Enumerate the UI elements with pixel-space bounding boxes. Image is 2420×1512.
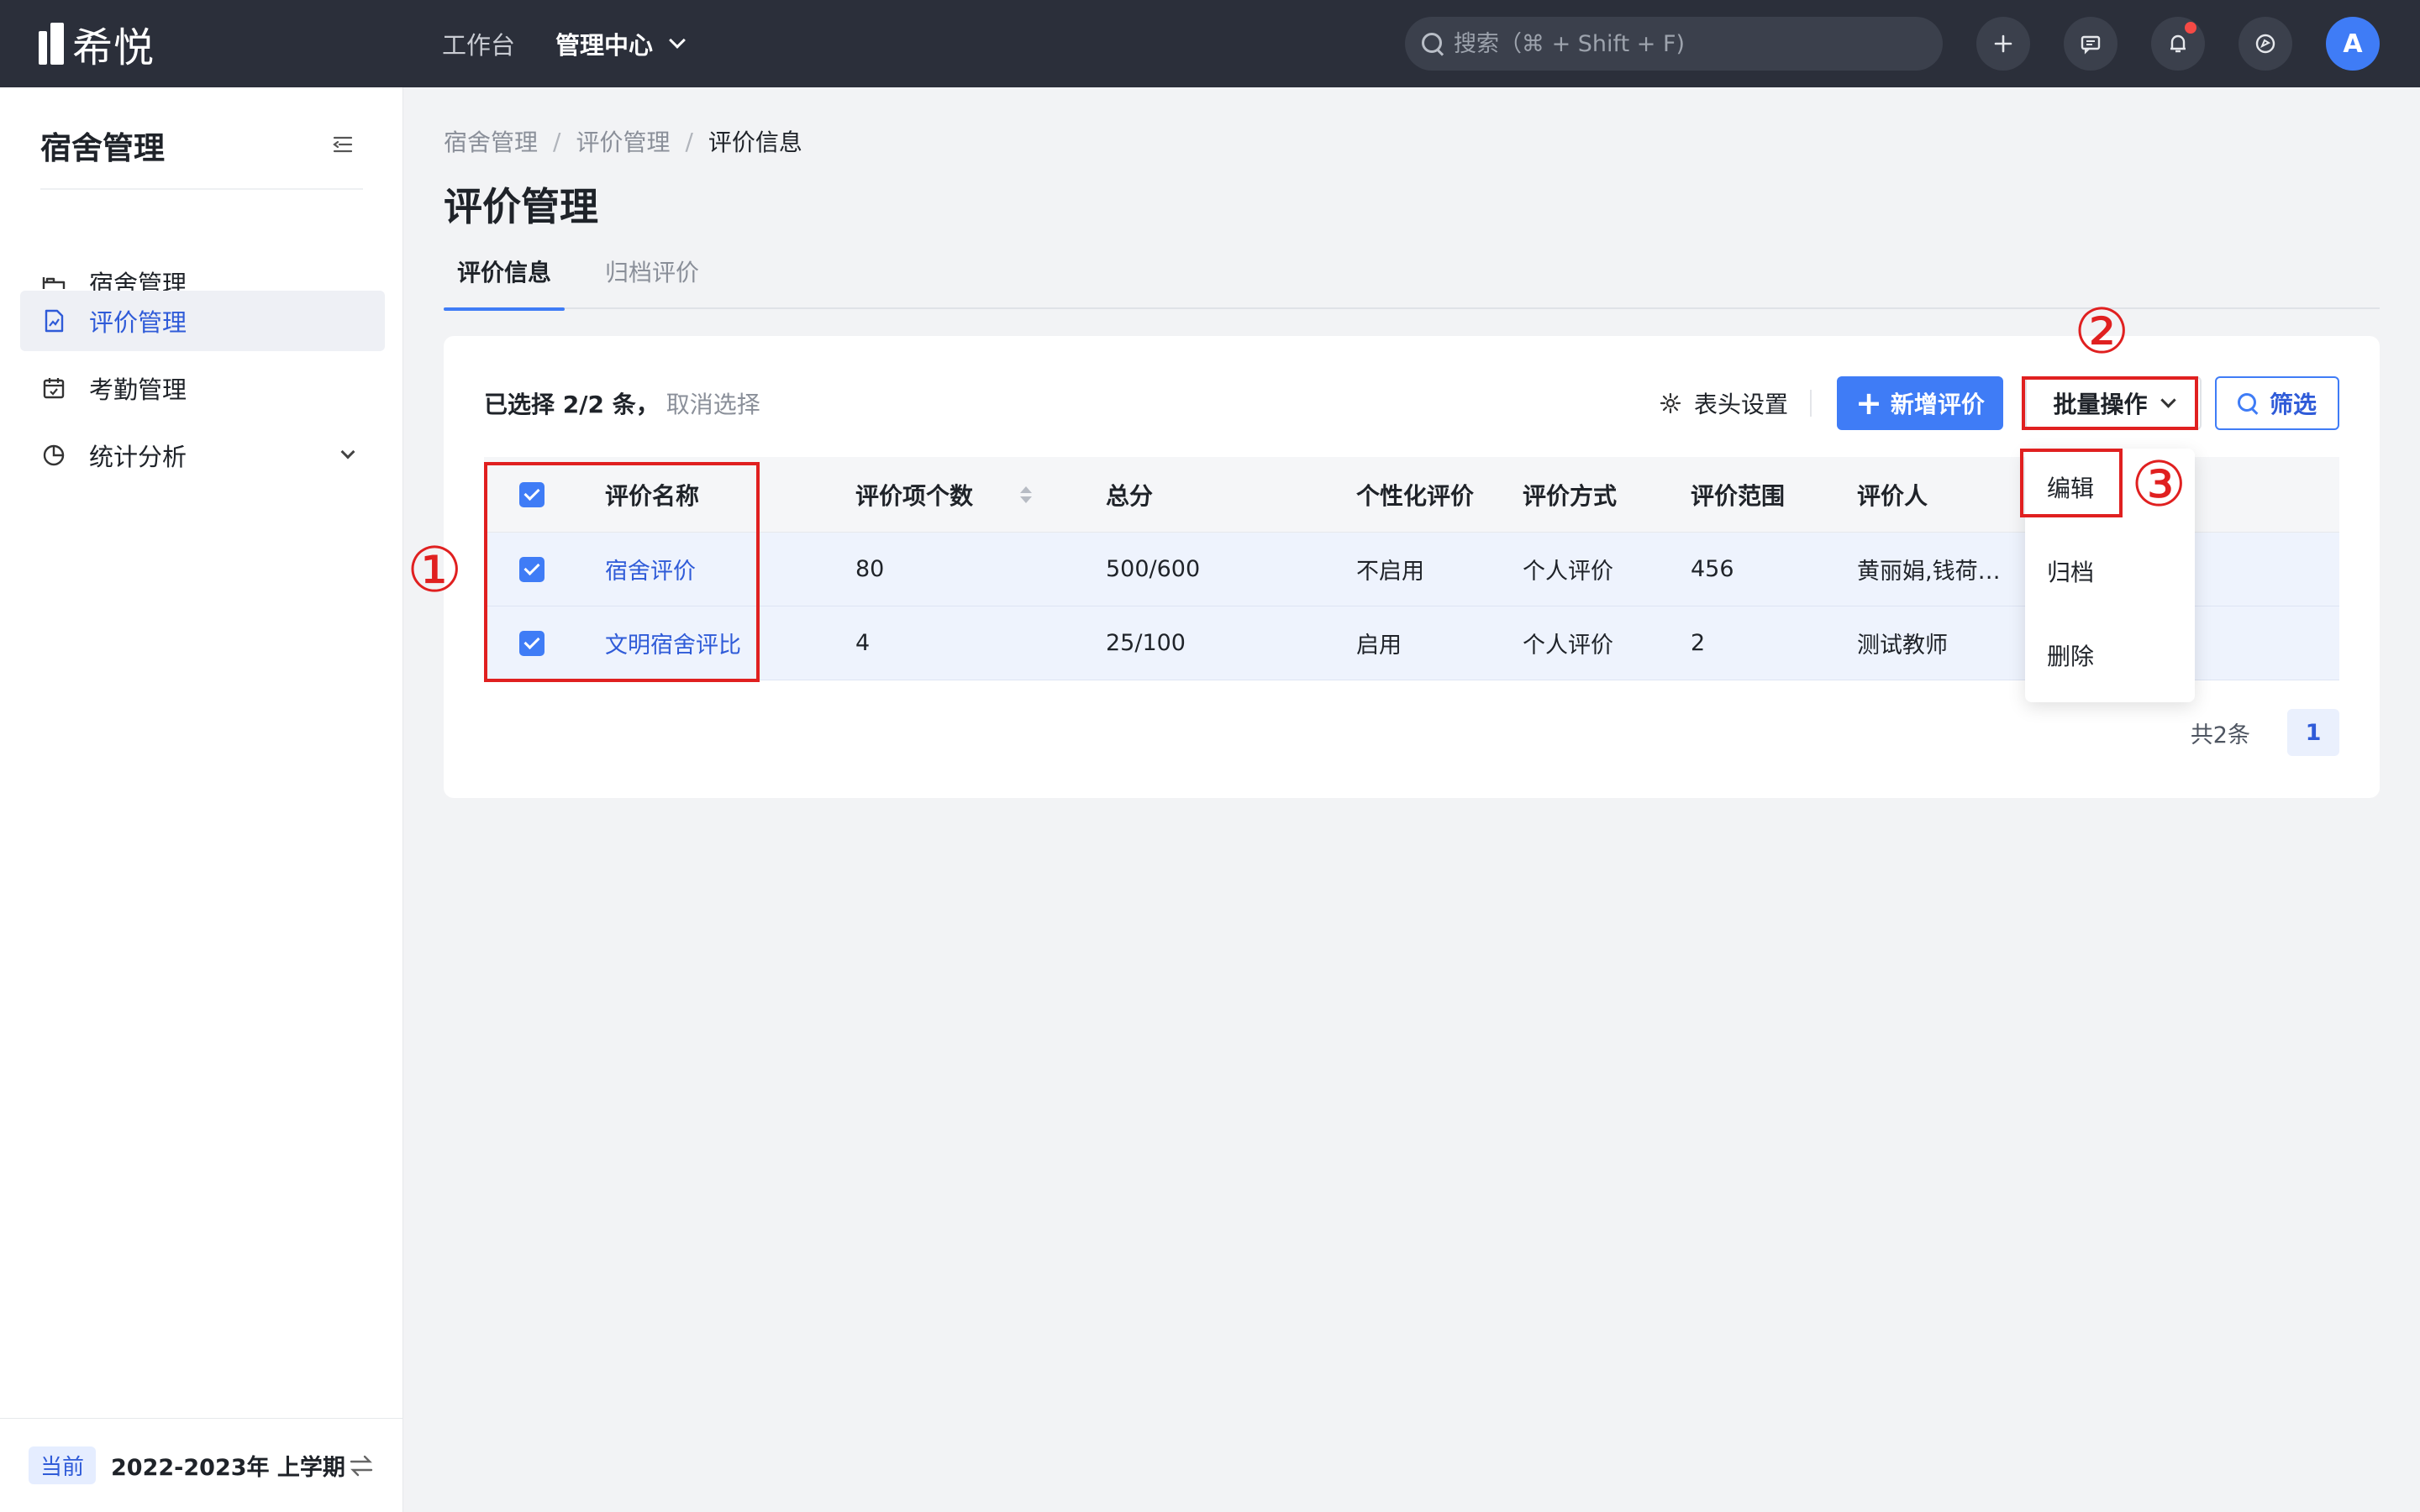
sidebar-title: 宿舍管理 bbox=[40, 130, 165, 166]
column-header-method: 评价方式 bbox=[1523, 481, 1618, 510]
messages-button[interactable] bbox=[2064, 17, 2118, 71]
pagination: 共2条 1 bbox=[2191, 709, 2339, 756]
cancel-selection-link[interactable]: 取消选择 bbox=[666, 391, 760, 418]
breadcrumb: 宿舍管理 / 评价管理 / 评价信息 bbox=[444, 124, 802, 158]
sidebar: 宿舍管理 宿舍管理 评价管理 考勤管理 统计分析 当前 2022-2023年 上… bbox=[0, 87, 403, 1512]
menu-item-delete[interactable]: 删除 bbox=[2047, 638, 2094, 672]
nav-management-center-label: 管理中心 bbox=[555, 31, 654, 60]
add-evaluation-button[interactable]: + 新增评价 bbox=[1837, 376, 2003, 430]
chat-icon bbox=[2081, 35, 2101, 55]
filter-label: 筛选 bbox=[2269, 391, 2317, 418]
column-settings-button[interactable]: 表头设置 bbox=[1659, 376, 1788, 430]
page-title: 评价管理 bbox=[444, 184, 598, 229]
sidebar-item-attendance[interactable]: 考勤管理 bbox=[20, 358, 385, 418]
logo-mark-icon bbox=[39, 23, 64, 65]
bell-icon bbox=[2170, 34, 2186, 53]
pie-chart-icon bbox=[43, 444, 65, 466]
gear-icon bbox=[1660, 392, 1681, 414]
column-header-evaluator: 评价人 bbox=[1857, 481, 1928, 510]
plus-icon: + bbox=[1855, 385, 1882, 422]
sort-icon[interactable] bbox=[1020, 486, 1033, 503]
compass-icon bbox=[2255, 34, 2275, 54]
breadcrumb-item[interactable]: 评价管理 bbox=[576, 124, 670, 158]
scope-cell: 456 bbox=[1691, 556, 1734, 582]
nav-workbench[interactable]: 工作台 bbox=[442, 26, 515, 61]
item-count-cell: 80 bbox=[855, 556, 885, 582]
search-icon bbox=[1422, 33, 1444, 55]
evaluator-cell: 测试教师 bbox=[1857, 633, 1948, 659]
breadcrumb-separator: / bbox=[553, 127, 561, 155]
column-header-total-score: 总分 bbox=[1106, 481, 1154, 510]
chevron-down-icon bbox=[340, 444, 355, 459]
personalized-cell: 不启用 bbox=[1356, 559, 1424, 585]
menu-item-archive[interactable]: 归档 bbox=[2047, 554, 2094, 588]
search-icon bbox=[2237, 393, 2258, 413]
tab-evaluation-info[interactable]: 评价信息 bbox=[443, 254, 566, 311]
sidebar-divider bbox=[40, 188, 363, 190]
scope-cell: 2 bbox=[1691, 630, 1706, 656]
total-score-cell: 500/600 bbox=[1106, 556, 1201, 582]
evaluator-cell: 黄丽娟,钱荷… bbox=[1857, 559, 2001, 585]
breadcrumb-item[interactable]: 宿舍管理 bbox=[444, 124, 538, 158]
page-button[interactable]: 1 bbox=[2287, 709, 2339, 756]
sidebar-item-evaluation[interactable]: 评价管理 bbox=[20, 291, 385, 351]
annotation-number-3: ③ bbox=[2131, 449, 2187, 521]
term-text: 2022-2023年 上学期 bbox=[111, 1455, 345, 1481]
app-logo[interactable]: 希悦 bbox=[39, 20, 155, 71]
column-header-label: 评价项个数 bbox=[855, 481, 974, 510]
selection-count: 已选择 2/2 条， bbox=[484, 391, 660, 418]
column-header-personalized: 个性化评价 bbox=[1356, 481, 1475, 510]
personalized-cell: 启用 bbox=[1356, 633, 1402, 659]
sidebar-item-statistics[interactable]: 统计分析 bbox=[20, 425, 385, 486]
breadcrumb-current: 评价信息 bbox=[708, 129, 802, 156]
global-search[interactable] bbox=[1405, 17, 1943, 71]
create-button[interactable] bbox=[1976, 17, 2030, 71]
chevron-down-icon bbox=[669, 32, 686, 49]
logo-text: 希悦 bbox=[72, 24, 155, 71]
sidebar-item-label: 考勤管理 bbox=[89, 375, 187, 404]
total-score-cell: 25/100 bbox=[1106, 630, 1186, 656]
help-button[interactable] bbox=[2238, 17, 2292, 71]
search-input[interactable] bbox=[1454, 30, 1924, 57]
annotation-box-2 bbox=[2022, 376, 2198, 430]
calendar-icon bbox=[43, 378, 65, 399]
top-bar: 希悦 工作台 管理中心 A bbox=[0, 0, 2420, 87]
chart-doc-icon bbox=[45, 309, 64, 333]
sidebar-item-label: 评价管理 bbox=[89, 308, 187, 337]
notifications-button[interactable] bbox=[2151, 17, 2205, 71]
tab-archived-evaluation[interactable]: 归档评价 bbox=[605, 254, 699, 309]
method-cell: 个人评价 bbox=[1523, 633, 1613, 659]
column-header-scope: 评价范围 bbox=[1691, 481, 1786, 510]
breadcrumb-separator: / bbox=[685, 127, 693, 155]
toolbar-divider bbox=[1810, 390, 1812, 417]
user-avatar[interactable]: A bbox=[2326, 17, 2380, 71]
add-evaluation-label: 新增评价 bbox=[1890, 391, 1985, 418]
notification-dot bbox=[2185, 22, 2196, 34]
sidebar-item-label: 统计分析 bbox=[89, 443, 187, 471]
selection-info: 已选择 2/2 条， 取消选择 bbox=[484, 386, 760, 420]
collapse-sidebar-icon[interactable] bbox=[331, 133, 355, 156]
swap-icon[interactable] bbox=[348, 1454, 375, 1478]
annotation-number-2: ② bbox=[2074, 296, 2130, 368]
nav-management-center[interactable]: 管理中心 bbox=[555, 26, 686, 61]
plus-icon bbox=[1994, 34, 2012, 53]
annotation-number-1: ① bbox=[407, 534, 463, 606]
top-nav: 工作台 管理中心 bbox=[442, 0, 723, 87]
term-badge: 当前 bbox=[29, 1446, 97, 1484]
column-header-item-count[interactable]: 评价项个数 bbox=[855, 457, 1033, 532]
filter-button[interactable]: 筛选 bbox=[2215, 376, 2339, 430]
annotation-box-1 bbox=[484, 462, 760, 682]
total-count: 共2条 bbox=[2190, 722, 2250, 748]
method-cell: 个人评价 bbox=[1523, 559, 1613, 585]
item-count-cell: 4 bbox=[855, 630, 871, 656]
annotation-box-3 bbox=[2020, 449, 2123, 517]
column-settings-label: 表头设置 bbox=[1694, 391, 1789, 418]
term-switcher[interactable]: 当前 2022-2023年 上学期 bbox=[0, 1418, 403, 1512]
